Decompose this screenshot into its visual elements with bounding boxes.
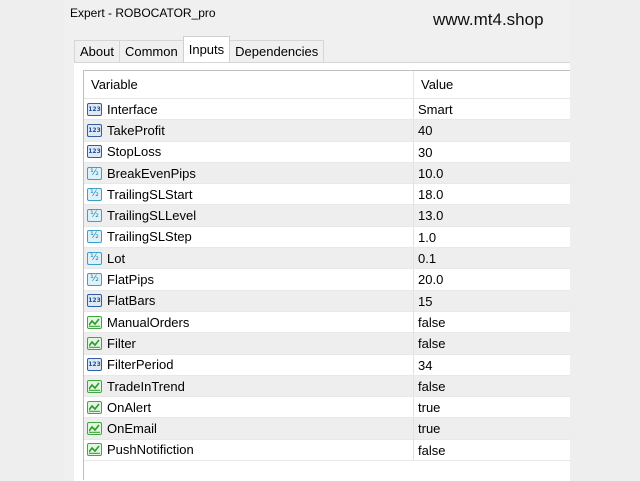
bool-type-icon [87,422,102,436]
variable-cell: Lot [84,248,414,269]
table-row[interactable]: FlatBars 15 [84,290,570,312]
variable-cell: TrailingSLStart [84,184,414,205]
table-row[interactable]: BreakEvenPips 10.0 [84,162,570,185]
value-cell[interactable]: Smart [414,99,453,119]
variable-name: TrailingSLLevel [107,208,197,224]
bool-type-icon [87,379,102,393]
double-type-icon [87,230,102,244]
variable-cell: TakeProfit [84,120,414,141]
int-type-icon [87,145,102,159]
window-title: Expert - ROBOCATOR_pro [70,6,216,20]
table-row[interactable]: Interface Smart [84,99,570,121]
value-cell[interactable]: 10.0 [414,163,443,183]
value-cell[interactable]: 15 [414,291,432,311]
variable-name: Interface [107,101,158,117]
int-type-icon [87,294,102,308]
variable-name: Lot [107,250,126,266]
table-row[interactable]: StopLoss 30 [84,141,570,163]
variable-name: FilterPeriod [107,357,174,373]
value-cell[interactable]: 34 [414,355,432,375]
variable-cell: PushNotifiction [84,439,414,461]
variable-cell: Filter [84,333,414,354]
variable-cell: Interface [84,99,414,120]
variable-cell: TradeInTrend [84,375,414,397]
value-cell[interactable]: false [414,376,445,396]
variable-cell: FilterPeriod [84,354,414,375]
bool-type-icon [87,315,102,329]
variable-name: PushNotifiction [107,442,194,458]
bool-type-icon [87,336,102,350]
watermark-text: www.mt4.shop [433,10,544,29]
table-row[interactable]: FlatPips 20.0 [84,269,570,291]
table-row[interactable]: Filter false [84,333,570,355]
variable-cell: OnAlert [84,397,414,418]
table-row[interactable]: TrailingSLStep 1.0 [84,226,570,249]
double-type-icon [87,209,102,223]
value-cell[interactable]: false [414,312,445,332]
table-body: InterfaceSmartTakeProfit40StopLoss30Brea… [84,99,570,462]
column-header-variable[interactable]: Variable [84,71,414,98]
value-cell[interactable]: false [414,440,445,460]
variable-cell: OnEmail [84,418,414,439]
value-cell[interactable]: 1.0 [414,227,436,247]
value-cell[interactable]: 30 [414,142,432,162]
variable-cell: BreakEvenPips [84,162,414,184]
inputs-table: Variable Value Interface Smart TakeProfit 4… [83,70,570,480]
value-cell[interactable]: 20.0 [414,269,443,289]
variable-cell: StopLoss [84,141,414,162]
value-cell[interactable]: true [414,418,440,438]
double-type-icon [87,251,102,265]
variable-name: TakeProfit [107,122,165,138]
variable-name: StopLoss [107,144,162,160]
double-type-icon [87,273,102,287]
value-cell[interactable]: 18.0 [414,184,443,204]
table-row[interactable]: TrailingSLLevel 13.0 [84,205,570,227]
double-type-icon [87,166,102,180]
bool-type-icon [87,400,102,414]
tab-dependencies[interactable]: Dependencies [229,40,325,62]
variable-name: TrailingSLStep [107,229,192,245]
table-row[interactable]: Lot 0.1 [84,248,570,270]
table-row[interactable]: FilterPeriod 34 [84,354,570,376]
variable-name: FlatBars [107,293,156,309]
variable-name: TradeInTrend [107,378,185,394]
variable-cell: TrailingSLLevel [84,205,414,226]
variable-cell: TrailingSLStep [84,226,414,248]
variable-cell: ManualOrders [84,311,414,333]
variable-name: ManualOrders [107,314,190,330]
value-cell[interactable]: true [414,397,440,417]
table-row[interactable]: OnEmail true [84,418,570,440]
tab-common[interactable]: Common [118,40,184,62]
variable-name: OnAlert [107,399,152,415]
value-cell[interactable]: false [414,333,445,353]
variable-name: FlatPips [107,272,154,288]
variable-cell: FlatBars [84,290,414,311]
tab-bar: About Common Inputs Dependencies [74,36,325,62]
table-header: Variable Value [84,71,570,99]
table-row[interactable]: TradeInTrend false [84,375,570,398]
table-row[interactable]: TakeProfit 40 [84,120,570,142]
int-type-icon [87,358,102,372]
variable-cell: FlatPips [84,269,414,290]
tab-about[interactable]: About [74,40,120,62]
table-row[interactable]: ManualOrders false [84,311,570,334]
variable-name: TrailingSLStart [107,186,193,202]
value-cell[interactable]: 40 [414,120,432,140]
bool-type-icon [87,443,102,457]
variable-name: Filter [107,335,136,351]
value-cell[interactable]: 13.0 [414,205,443,225]
variable-name: BreakEvenPips [107,165,196,181]
int-type-icon [87,123,102,137]
table-row[interactable]: OnAlert true [84,397,570,419]
value-cell[interactable]: 0.1 [414,248,436,268]
table-row[interactable]: PushNotifiction false [84,439,570,462]
column-header-value[interactable]: Value [414,71,453,98]
tab-inputs[interactable]: Inputs [182,36,231,62]
table-row[interactable]: TrailingSLStart 18.0 [84,184,570,206]
int-type-icon [87,102,102,116]
double-type-icon [87,187,102,201]
variable-name: OnEmail [107,421,157,437]
